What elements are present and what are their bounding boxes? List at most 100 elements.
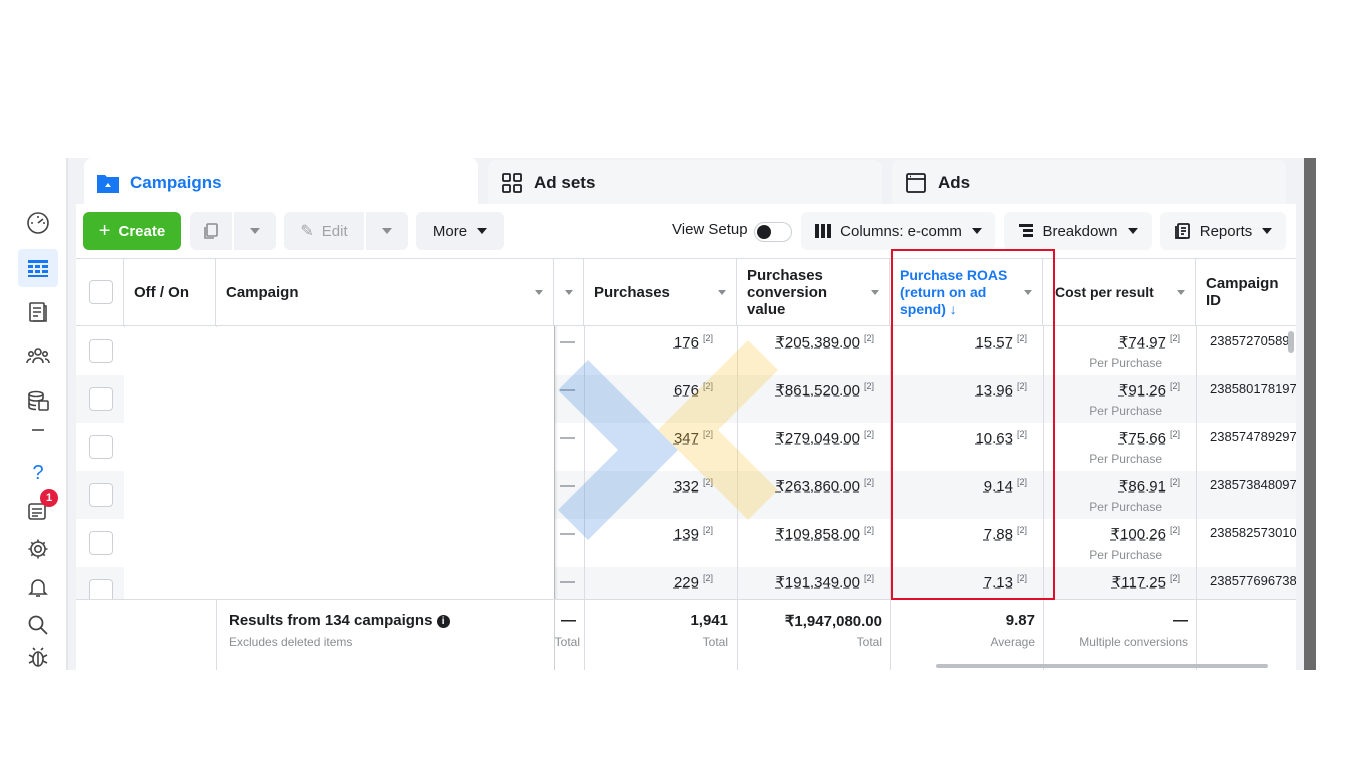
row-checkbox[interactable] — [89, 387, 113, 411]
row-dash: — — [560, 381, 575, 398]
search-icon[interactable] — [18, 606, 58, 644]
tab-ads[interactable]: Ads — [892, 160, 1286, 206]
dashboard-icon[interactable] — [18, 204, 58, 242]
purchases-cell[interactable]: 347 [2] — [674, 429, 713, 447]
cost-per-result-cell[interactable]: ₹91.26 [2] — [1119, 381, 1180, 399]
tab-ad-sets-label: Ad sets — [534, 173, 596, 192]
conversion-value-cell[interactable]: ₹191,349.00 [2] — [775, 573, 874, 591]
notifications-icon[interactable]: 1 — [18, 489, 58, 530]
conversion-value-cell[interactable]: ₹861,520.00 [2] — [775, 381, 874, 399]
roas-cell[interactable]: 9.14 [2] — [984, 477, 1027, 495]
purchases-cell[interactable]: 176 [2] — [674, 333, 713, 351]
breakdown-button[interactable]: Breakdown — [1004, 212, 1152, 250]
database-icon[interactable] — [18, 382, 58, 420]
row-dash: — — [560, 573, 575, 590]
roas-cell[interactable]: 10.63 [2] — [975, 429, 1027, 447]
alerts-bell-icon[interactable] — [18, 568, 58, 606]
cost-subtext: Per Purchase — [1089, 500, 1162, 514]
cost-per-result-label: Cost per result — [1055, 284, 1154, 300]
folder-icon — [96, 171, 120, 195]
cost-per-result-cell[interactable]: ₹86.91 [2] — [1119, 477, 1180, 495]
roas-cell[interactable]: 13.96 [2] — [975, 381, 1027, 399]
vertical-scroll-thumb[interactable] — [1288, 331, 1294, 353]
chevron-down-icon — [250, 228, 260, 234]
campaign-id: 238577696738 — [1210, 573, 1296, 588]
tab-ad-sets[interactable]: Ad sets — [488, 160, 882, 206]
campaign-id-header[interactable]: Campaign ID — [1196, 259, 1296, 326]
purchases-cell[interactable]: 139 [2] — [674, 525, 713, 543]
cost-per-result-cell[interactable]: ₹100.26 [2] — [1111, 525, 1180, 543]
conversion-value-cell[interactable]: ₹109,858.00 [2] — [775, 525, 874, 543]
row-checkbox[interactable] — [89, 531, 113, 555]
campaign-names-area — [124, 327, 554, 599]
horizontal-scroll-thumb[interactable] — [936, 664, 1268, 668]
purchases-header[interactable]: Purchases — [584, 259, 737, 326]
purchases-total-sub: Total — [702, 635, 728, 649]
purchases-cell[interactable]: 332 [2] — [674, 477, 713, 495]
campaigns-grid-icon[interactable] — [18, 249, 58, 287]
cost-total: — — [1173, 612, 1188, 629]
row-checkbox[interactable] — [89, 339, 113, 363]
edit-dropdown[interactable] — [366, 212, 408, 250]
duplicate-icon — [204, 223, 218, 239]
notebook-icon[interactable] — [18, 293, 58, 331]
sort-icon[interactable] — [1024, 290, 1032, 295]
cost-subtext: Per Purchase — [1089, 452, 1162, 466]
hidden-column-header[interactable] — [554, 259, 584, 326]
purchases-cell[interactable]: 229 [2] — [674, 573, 713, 591]
conversion-value-cell[interactable]: ₹279,049.00 [2] — [775, 429, 874, 447]
value-total: ₹1,947,080.00 — [784, 613, 882, 630]
conversion-value-cell[interactable]: ₹263,860.00 [2] — [775, 477, 874, 495]
duplicate-dropdown[interactable] — [234, 212, 276, 250]
ad-window-icon — [904, 171, 928, 195]
view-setup-toggle[interactable] — [754, 222, 792, 242]
roas-cell[interactable]: 15.57 [2] — [975, 333, 1027, 351]
cost-per-result-cell[interactable]: ₹75.66 [2] — [1119, 429, 1180, 447]
cost-per-result-cell[interactable]: ₹74.97 [2] — [1119, 333, 1180, 351]
hidden-total-sub: Total — [554, 635, 580, 649]
columns-button[interactable]: Columns: e-comm — [801, 212, 995, 250]
row-dash: — — [560, 333, 575, 350]
purchases-value-header[interactable]: Purchases conversion value — [737, 259, 890, 326]
info-icon[interactable]: i — [436, 615, 450, 628]
sort-icon[interactable] — [565, 290, 573, 295]
page-scrollbar[interactable] — [1304, 158, 1316, 670]
more-button[interactable]: More — [416, 212, 504, 250]
campaign-header[interactable]: Campaign — [216, 259, 554, 326]
reports-button[interactable]: Reports — [1160, 212, 1286, 250]
breakdown-label: Breakdown — [1042, 222, 1118, 240]
cost-per-result-header[interactable]: Cost per result — [1043, 259, 1196, 326]
purchases-cell[interactable]: 676 [2] — [674, 381, 713, 399]
row-checkbox[interactable] — [89, 435, 113, 459]
bug-icon[interactable] — [18, 644, 58, 670]
tab-campaigns[interactable]: Campaigns — [84, 158, 478, 208]
help-icon[interactable]: ? — [18, 454, 58, 492]
sort-icon[interactable] — [718, 290, 726, 295]
sort-icon[interactable] — [871, 290, 879, 295]
cost-per-result-cell[interactable]: ₹117.25 [2] — [1112, 573, 1180, 591]
settings-icon[interactable] — [18, 530, 58, 568]
breakdown-icon — [1019, 224, 1034, 237]
off-on-header[interactable]: Off / On — [124, 259, 216, 326]
sort-icon[interactable] — [535, 290, 543, 295]
row-dash: — — [560, 525, 575, 542]
audiences-icon[interactable] — [18, 337, 58, 375]
chevron-down-icon — [971, 228, 982, 234]
create-button[interactable]: + Create — [83, 212, 181, 250]
duplicate-button[interactable] — [190, 212, 232, 250]
roas-header[interactable]: Purchase ROAS (return on ad spend) ↓ — [890, 259, 1043, 326]
cost-subtext: Per Purchase — [1089, 548, 1162, 562]
select-all-checkbox[interactable] — [89, 280, 113, 304]
conversion-value-cell[interactable]: ₹205,389.00 [2] — [775, 333, 874, 351]
sort-icon[interactable] — [1177, 290, 1185, 295]
column-divider — [584, 600, 585, 670]
roas-cell[interactable]: 7.13 [2] — [984, 573, 1027, 591]
campaigns-table: — 176 [2] ₹205,389.00 [2] 15.57 [2] ₹74.97[… — [76, 258, 1296, 670]
roas-cell[interactable]: 7.88 [2] — [984, 525, 1027, 543]
purchases-value-label: Purchases conversion value — [747, 266, 828, 318]
main-panel: Campaigns Ad sets Ads + Create ✎ Edit Mo… — [68, 158, 1304, 670]
roas-label: Purchase ROAS (return on ad spend) ↓ — [900, 266, 1008, 317]
off-on-label: Off / On — [134, 283, 189, 301]
row-checkbox[interactable] — [89, 483, 113, 507]
edit-button[interactable]: ✎ Edit — [284, 212, 364, 250]
